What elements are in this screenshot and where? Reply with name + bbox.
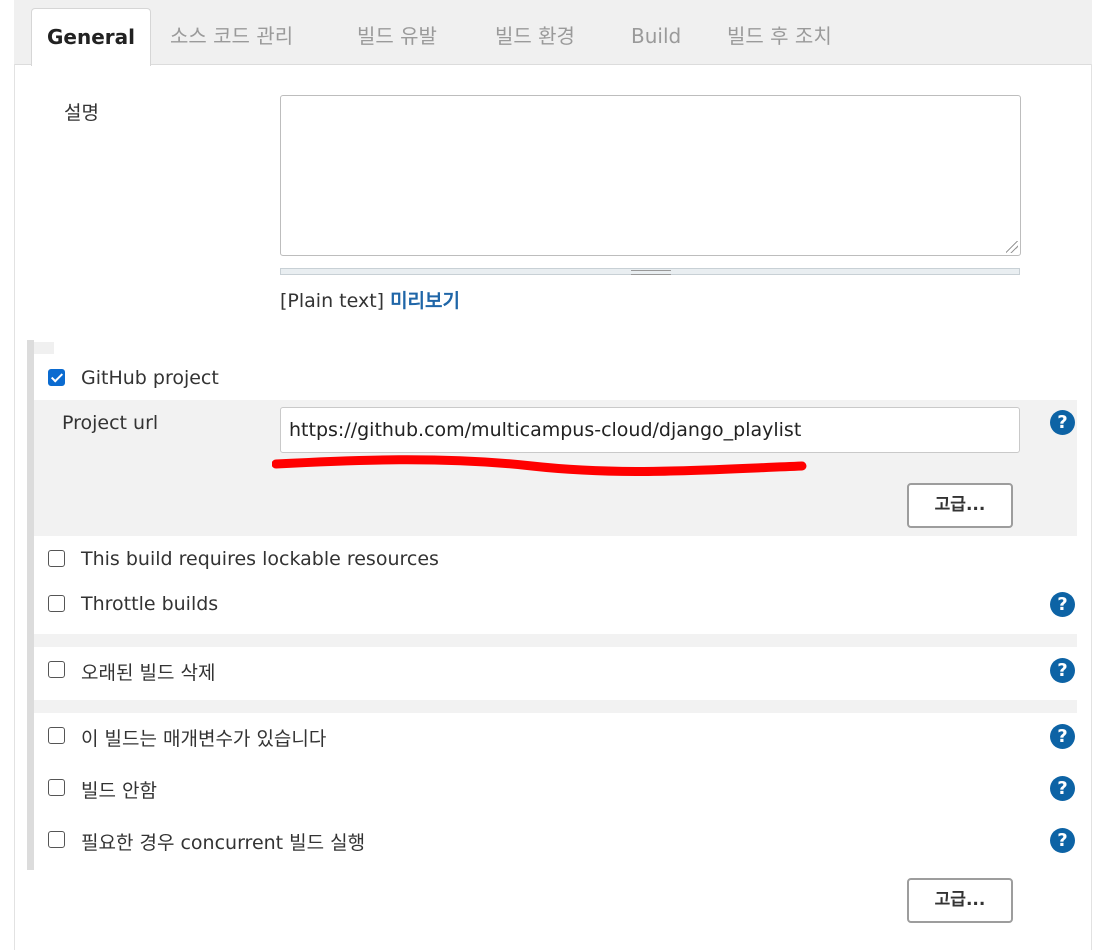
- throttle-builds-label: Throttle builds: [81, 593, 219, 615]
- github-advanced-button[interactable]: 고급...: [907, 483, 1013, 528]
- tab-post-build-actions[interactable]: 빌드 후 조치: [727, 8, 832, 64]
- tab-general[interactable]: General: [31, 8, 151, 66]
- disable-build-checkbox[interactable]: [48, 779, 65, 796]
- help-circle-icon[interactable]: ?: [1050, 828, 1075, 853]
- github-project-label: GitHub project: [81, 367, 219, 389]
- section-indent-bar: [27, 340, 34, 870]
- description-label: 설명: [64, 102, 99, 124]
- concurrent-build-checkbox[interactable]: [48, 831, 65, 848]
- section-separator: [34, 700, 1077, 713]
- disable-build-label: 빌드 안함: [81, 780, 157, 802]
- tab-build-environment[interactable]: 빌드 환경: [495, 8, 575, 64]
- concurrent-build-label: 필요한 경우 concurrent 빌드 실행: [81, 832, 366, 854]
- resize-grip-icon[interactable]: [1006, 241, 1018, 253]
- section-indent-nub: [34, 342, 54, 354]
- textarea-drag-handle[interactable]: [280, 268, 1020, 275]
- discard-old-builds-label: 오래된 빌드 삭제: [81, 662, 216, 684]
- tab-source-code-management[interactable]: 소스 코드 관리: [170, 8, 293, 64]
- format-label: [Plain text]: [280, 290, 385, 312]
- help-circle-icon[interactable]: ?: [1050, 410, 1075, 435]
- lockable-resources-label: This build requires lockable resources: [81, 548, 439, 570]
- description-textarea[interactable]: [280, 95, 1021, 256]
- help-circle-icon[interactable]: ?: [1050, 776, 1075, 801]
- tab-build[interactable]: Build: [631, 8, 681, 64]
- help-circle-icon[interactable]: ?: [1050, 592, 1075, 617]
- general-advanced-button[interactable]: 고급...: [907, 878, 1013, 923]
- frame-border-right: [1091, 64, 1092, 950]
- project-url-input[interactable]: https://github.com/multicampus-cloud/dja…: [280, 407, 1020, 453]
- description-format-line: [Plain text] 미리보기: [280, 286, 460, 313]
- red-underline-annotation: [272, 455, 807, 476]
- lockable-resources-checkbox[interactable]: [48, 550, 65, 567]
- frame-border-left: [14, 64, 15, 950]
- parameterized-build-label: 이 빌드는 매개변수가 있습니다: [81, 728, 327, 750]
- help-circle-icon[interactable]: ?: [1050, 724, 1075, 749]
- tab-bar: General 소스 코드 관리 빌드 유발 빌드 환경 Build 빌드 후 …: [14, 0, 1092, 66]
- github-project-checkbox[interactable]: [48, 369, 65, 386]
- preview-link[interactable]: 미리보기: [390, 290, 460, 312]
- drag-grip-icon: [631, 270, 671, 275]
- throttle-builds-checkbox[interactable]: [48, 595, 65, 612]
- help-circle-icon[interactable]: ?: [1050, 658, 1075, 683]
- parameterized-build-checkbox[interactable]: [48, 727, 65, 744]
- discard-old-builds-checkbox[interactable]: [48, 661, 65, 678]
- project-url-label: Project url: [62, 412, 159, 434]
- section-separator: [34, 634, 1077, 647]
- tab-build-triggers[interactable]: 빌드 유발: [357, 8, 437, 64]
